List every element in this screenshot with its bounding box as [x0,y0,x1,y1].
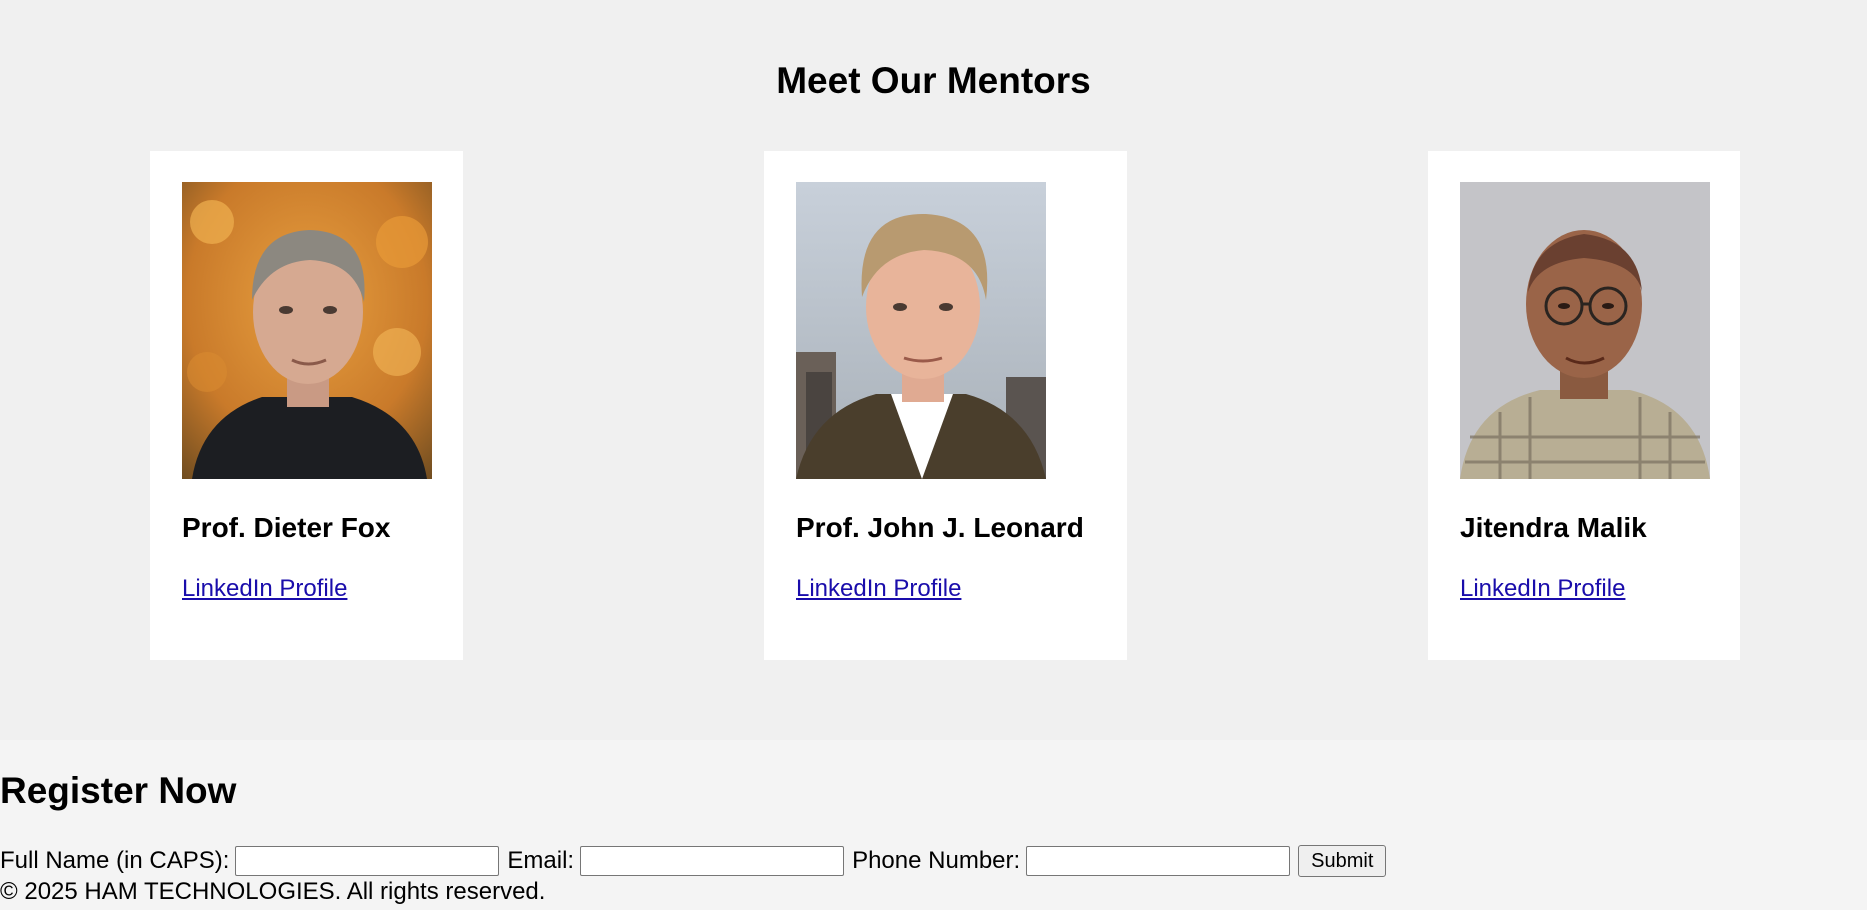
submit-button[interactable]: Submit [1298,845,1387,877]
mentors-section: Meet Our Mentors Prof. Dieter Fox Linked… [0,0,1867,740]
register-title: Register Now [0,770,237,811]
phone-input[interactable] [1026,846,1291,876]
mentor-photo [1460,182,1710,479]
mentor-photo [182,182,432,479]
phone-label: Phone Number: [852,847,1021,874]
linkedin-profile-link[interactable]: LinkedIn Profile [182,575,347,603]
email-label: Email: [507,847,575,874]
mentor-card: Prof. John J. Leonard LinkedIn Profile [764,151,1127,660]
linkedin-profile-link[interactable]: LinkedIn Profile [1460,575,1625,603]
mentor-card: Prof. Dieter Fox LinkedIn Profile [150,151,463,660]
registration-form: Full Name (in CAPS): Email: Phone Number… [0,844,1387,878]
mentor-name: Jitendra Malik [1460,512,1647,543]
full-name-input[interactable] [235,846,500,876]
email-input[interactable] [580,846,845,876]
linkedin-profile-link[interactable]: LinkedIn Profile [796,575,961,603]
full-name-label: Full Name (in CAPS): [0,847,230,874]
footer-copyright: © 2025 HAM TECHNOLOGIES. All rights rese… [0,878,546,905]
section-title: Meet Our Mentors [776,60,1091,101]
mentor-card: Jitendra Malik LinkedIn Profile [1428,151,1740,660]
mentor-name: Prof. John J. Leonard [796,512,1084,543]
mentor-photo [796,182,1046,479]
mentor-name: Prof. Dieter Fox [182,512,391,543]
